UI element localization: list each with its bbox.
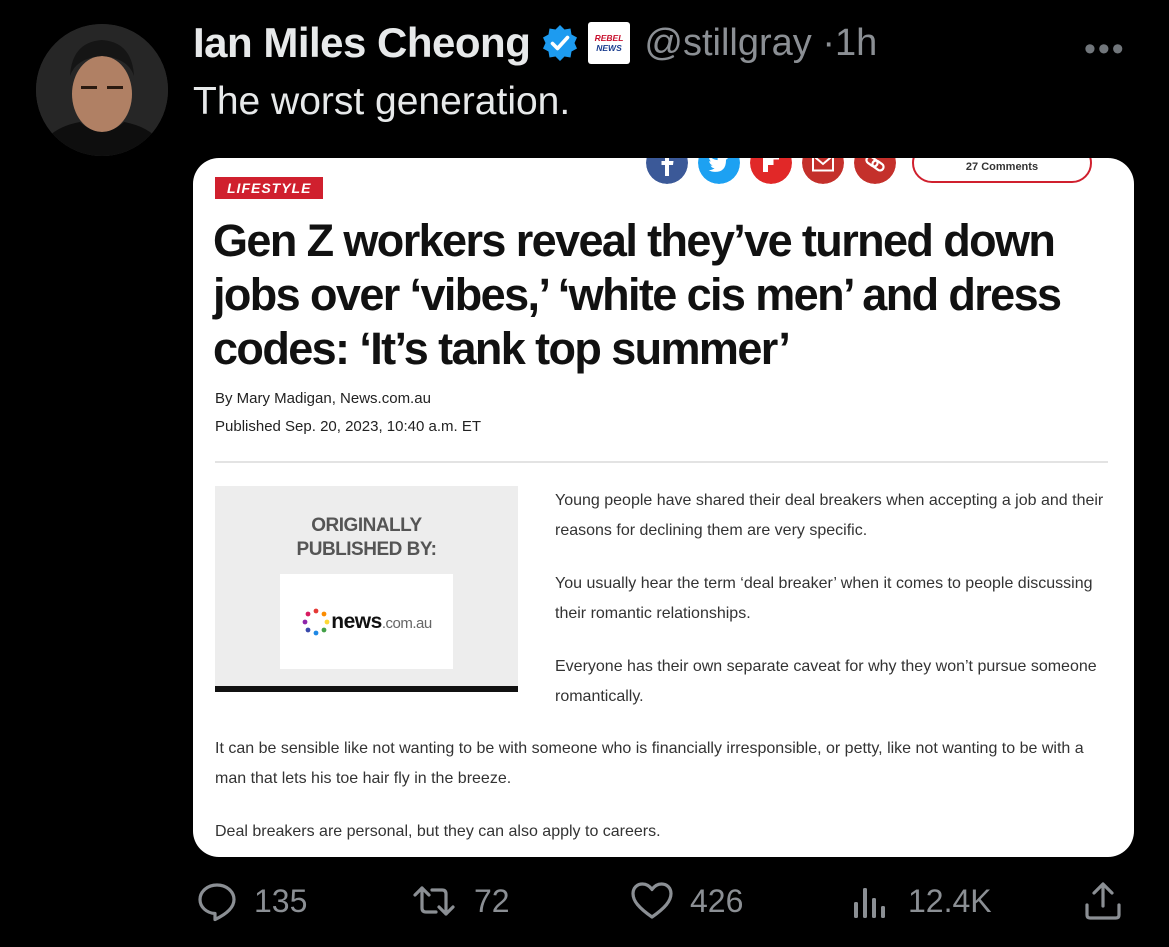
news-com-au-wordmark: news.com.au [331,609,432,634]
tweet-action-bar: 135 72 426 12.4K [0,880,1169,940]
repost-count: 72 [474,882,510,919]
tweet-header: Ian Miles Cheong REBEL NEWS @stillgray ·… [193,18,877,68]
verified-badge-icon[interactable] [540,23,580,63]
box-underline [215,686,518,692]
author-avatar[interactable] [36,24,168,156]
article-byline: By Mary Madigan, News.com.au [215,390,431,407]
like-button[interactable]: 426 [630,880,743,922]
article-paragraph: Deal breakers are personal, but they can… [215,823,661,840]
article-paragraph: You usually hear the term ‘deal breaker’… [555,575,1093,622]
more-icon[interactable]: ••• [1084,30,1126,69]
flipboard-icon[interactable] [750,158,792,184]
author-handle[interactable]: @stillgray ·1h [644,22,877,65]
section-tag[interactable]: LIFESTYLE [215,177,324,199]
originally-published-box: ORIGINALLY PUBLISHED BY: news.com.au [215,486,518,686]
rebel-news-logo-line2: NEWS [597,43,623,53]
reply-button[interactable]: 135 [196,880,307,922]
rebel-news-logo-line1: REBEL [595,33,624,43]
article-paragraph: It can be sensible like not wanting to b… [215,740,1084,787]
article-screenshot-card[interactable]: 27 Comments LIFESTYLE Gen Z workers reve… [193,158,1134,857]
article-paragraph: Young people have shared their deal brea… [555,492,1104,539]
copy-link-icon[interactable] [854,158,896,184]
twitter-icon[interactable] [698,158,740,184]
divider [215,461,1108,463]
tweet-time[interactable]: 1h [835,22,877,64]
views-button[interactable]: 12.4K [850,880,992,922]
comments-button[interactable]: 27 Comments [912,158,1092,183]
news-com-au-logo[interactable]: news.com.au [280,574,453,669]
comments-label: 27 Comments [965,161,1039,173]
originally-published-label: ORIGINALLY PUBLISHED BY: [215,514,518,562]
heart-icon [631,882,673,919]
originally-published-line-2: PUBLISHED BY: [296,539,437,560]
originally-published-line-1: ORIGINALLY [311,515,422,536]
repost-icon [413,886,455,916]
views-icon [854,888,885,918]
author-name[interactable]: Ian Miles Cheong [193,19,531,67]
tweet-text: The worst generation. [193,80,571,123]
handle-text[interactable]: @stillgray [644,22,811,64]
email-icon[interactable] [802,158,844,184]
share-icon [1085,882,1121,920]
article-headline: Gen Z workers reveal they’ve turned down… [213,215,1062,374]
avatar-portrait [36,24,168,156]
views-count: 12.4K [908,882,992,919]
like-count: 426 [690,882,744,919]
handle-separator: · [822,21,835,64]
news-com-au-dots-icon [302,608,330,635]
share-button[interactable] [1082,880,1140,922]
rebel-news-logo: REBEL NEWS [593,30,626,56]
facebook-icon[interactable] [646,158,688,184]
rebel-news-affiliate-icon[interactable]: REBEL NEWS [588,22,631,64]
article-published-date: Published Sep. 20, 2023, 10:40 a.m. ET [215,418,482,435]
reply-icon [198,883,236,922]
reply-count: 135 [254,882,308,919]
news-logo-main: news [331,609,382,633]
share-bar: 27 Comments [646,158,1092,184]
article-paragraph: Everyone has their own separate caveat f… [555,658,1097,705]
repost-button[interactable]: 72 [410,880,510,922]
news-logo-suffix: .com.au [381,614,432,632]
